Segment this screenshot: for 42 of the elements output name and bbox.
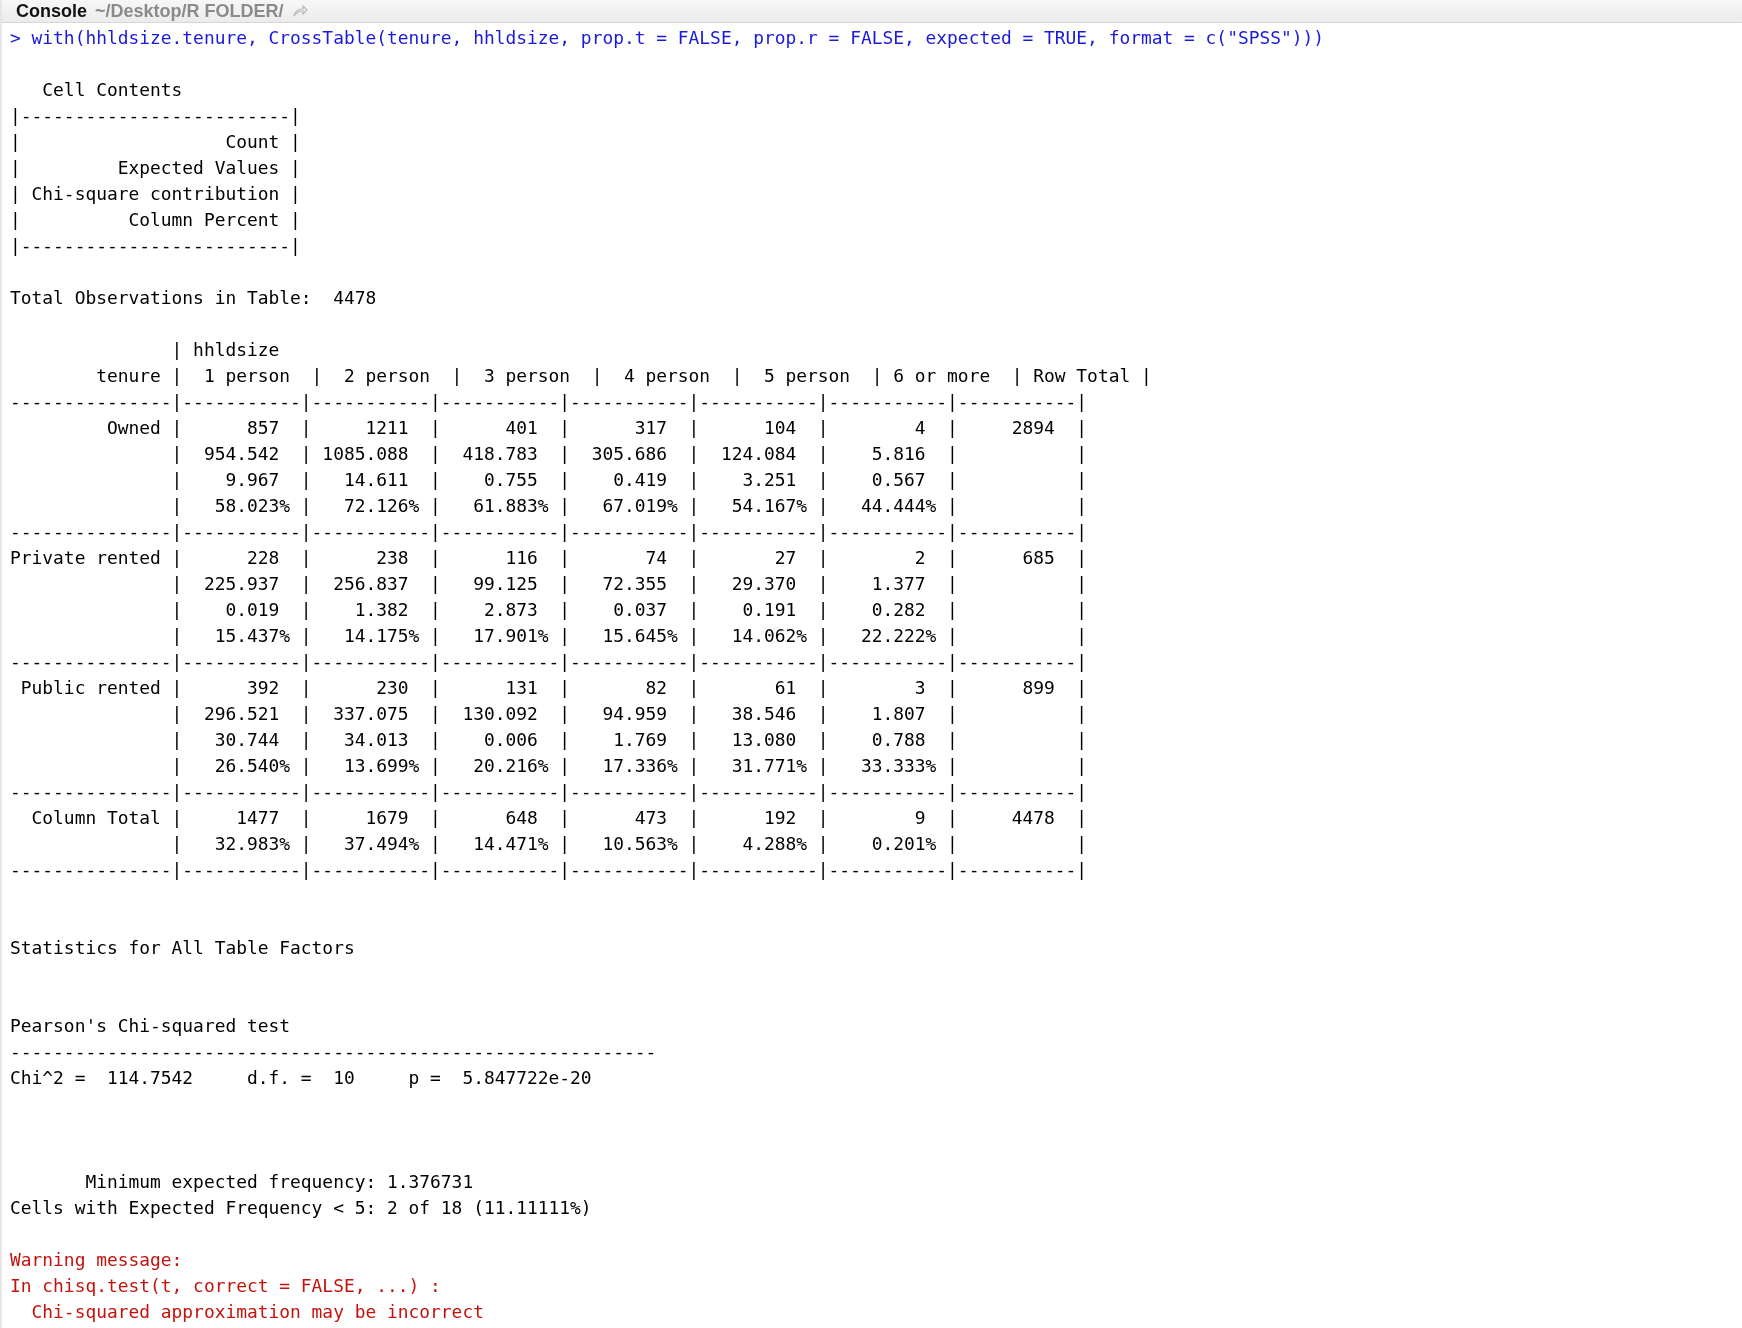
output-line: ---------------|-----------|-----------|-----------|-----------|-----------|-----------|-----------| [10, 390, 1089, 414]
output-line: Cell Contents [41, 78, 184, 102]
output-line: Chi^2 = 114.7542 d.f. = 10 p = 5.847722e-20 [10, 1066, 593, 1090]
command-line: > with(hhldsize.tenure, CrossTable(tenure, hhldsize, prop.t = FALSE, prop.r = FALSE, expected = TRUE, format = c("SPSS"))) [10, 26, 1326, 50]
warning-line: In chisq.test(t, correct = FALSE, ...) : [10, 1274, 442, 1298]
output-line: ---------------|-----------|-----------|-----------|-----------|-----------|-----------|-----------| [10, 520, 1089, 544]
output-line: Statistics for All Table Factors [10, 936, 356, 960]
output-line: | 30.744 | 34.013 | 0.006 | 1.769 | 13.080 | 0.788 | | [170, 728, 1089, 752]
output-line: Column Total | 1477 | 1679 | 648 | 473 | 192 | 9 | 4478 | [30, 806, 1089, 830]
output-line: | 15.437% | 14.175% | 17.901% | 15.645% | 14.062% | 22.222% | | [170, 624, 1089, 648]
output-line: Public rented | 392 | 230 | 131 | 82 | 61 | 3 | 899 | [19, 676, 1089, 700]
warning-line: Warning message: [10, 1248, 184, 1272]
output-line: | 954.542 | 1085.088 | 418.783 | 305.686 | 124.084 | 5.816 | | [170, 442, 1089, 466]
output-line: | Count | [10, 130, 302, 154]
output-line: | 225.937 | 256.837 | 99.125 | 72.355 | 29.370 | 1.377 | | [170, 572, 1089, 596]
output-line: ---------------|-----------|-----------|-----------|-----------|-----------|-----------|-----------| [10, 858, 1089, 882]
output-line: | Column Percent | [10, 208, 302, 232]
output-line: ---------------|-----------|-----------|-----------|-----------|-----------|-----------|-----------| [10, 780, 1089, 804]
working-directory-path: ~/Desktop/R FOLDER/ [95, 0, 284, 22]
output-line: Pearson's Chi-squared test [10, 1014, 292, 1038]
output-line: | 296.521 | 337.075 | 130.092 | 94.959 | 38.546 | 1.807 | | [170, 702, 1089, 726]
output-line: | 0.019 | 1.382 | 2.873 | 0.037 | 0.191 | 0.282 | | [170, 598, 1089, 622]
output-line: | Chi-square contribution | [10, 182, 302, 206]
output-line: tenure | 1 person | 2 person | 3 person | 4 person | 5 person | 6 or more | Row Total | [95, 364, 1153, 388]
warning-line: Chi-squared approximation may be incorrect [30, 1300, 485, 1324]
output-line: |-------------------------| [10, 104, 302, 128]
output-line: | 26.540% | 13.699% | 20.216% | 17.336% | 31.771% | 33.333% | | [170, 754, 1089, 778]
output-line: | hhldsize [170, 338, 281, 362]
output-line: |-------------------------| [10, 234, 302, 258]
output-line: Minimum expected frequency: 1.376731 [84, 1170, 475, 1194]
output-line: | 9.967 | 14.611 | 0.755 | 0.419 | 3.251 | 0.567 | | [170, 468, 1089, 492]
output-line: | 32.983% | 37.494% | 14.471% | 10.563% | 4.288% | 0.201% | | [170, 832, 1089, 856]
output-line: Total Observations in Table: 4478 [10, 286, 378, 310]
output-line: Cells with Expected Frequency < 5: 2 of 18 (11.11111%) [10, 1196, 593, 1220]
console-title: Console [16, 0, 87, 22]
redirect-arrow-icon[interactable] [291, 5, 308, 17]
output-line: | Expected Values | [10, 156, 302, 180]
output-line: Private rented | 228 | 238 | 116 | 74 | 27 | 2 | 685 | [10, 546, 1089, 570]
output-line: | 58.023% | 72.126% | 61.883% | 67.019% | 54.167% | 44.444% | | [170, 494, 1089, 518]
output-line: ------------------------------------------------------------ [10, 1040, 658, 1064]
output-line: ---------------|-----------|-----------|-----------|-----------|-----------|-----------|-----------| [10, 650, 1089, 674]
output-line: Owned | 857 | 1211 | 401 | 317 | 104 | 4 | 2894 | [105, 416, 1089, 440]
